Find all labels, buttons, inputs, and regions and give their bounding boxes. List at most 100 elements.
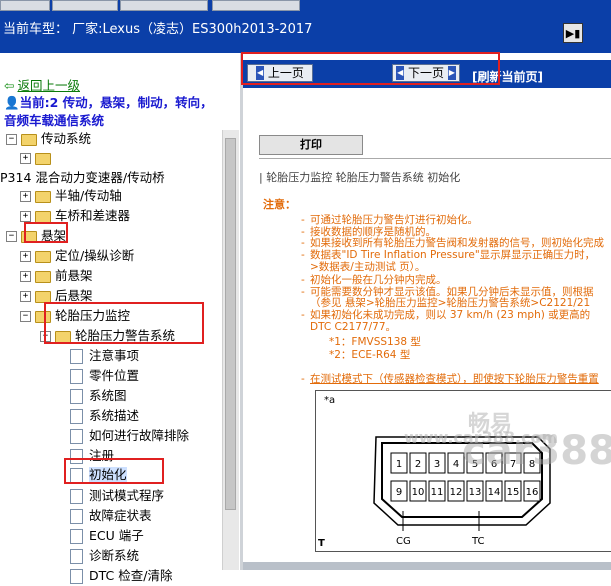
tree-scrollbar[interactable] [222, 130, 239, 570]
print-button[interactable]: 打印 [259, 135, 363, 155]
collapse-icon[interactable]: − [6, 231, 17, 242]
pin-number: 8 [529, 459, 535, 470]
tree-item-label: 注册 [89, 448, 115, 463]
top-tab-3[interactable] [120, 0, 208, 11]
connector-drawing: 12345678 9 10 11 12 13 14 15 16 CG TC [373, 436, 551, 547]
tree-item[interactable]: + 后悬架 [20, 286, 93, 306]
tree-item[interactable]: + 前悬架 [20, 266, 93, 286]
document-icon [70, 569, 83, 584]
tree-item-label: 故障症状表 [89, 508, 152, 523]
folder-icon [35, 210, 51, 223]
expand-icon[interactable]: + [20, 291, 31, 302]
bullet-mark: - [301, 237, 305, 249]
dlc3-connector-figure: *a T 12345678 9 10 11 12 13 14 15 16 CG TC [315, 390, 611, 552]
pin-number: 11 [431, 487, 444, 498]
tree-item[interactable]: + [20, 148, 55, 168]
bullet-mark: - [301, 214, 305, 226]
exit-door-icon[interactable]: ▶▮ [563, 23, 583, 43]
folder-icon [35, 290, 51, 303]
tree-item-label: 初始化 [89, 467, 127, 482]
note-title: 注意： [263, 198, 296, 211]
bullet-mark: - [301, 274, 305, 286]
tree-item-label: 悬架 [41, 228, 67, 243]
expand-icon[interactable]: + [20, 191, 31, 202]
tree-item[interactable]: 注册 [70, 446, 114, 466]
prev-page-button[interactable]: ◀ 上一页 [247, 64, 313, 82]
tree-item[interactable]: 注意事项 [70, 346, 139, 366]
pin-number: 1 [396, 459, 402, 470]
back-link[interactable]: ⇦ 返回上一级 [4, 75, 80, 94]
tree-item[interactable]: + 半轴/传动轴 [20, 186, 122, 206]
expand-icon[interactable]: + [20, 271, 31, 282]
tree-item-label: ECU 端子 [89, 528, 144, 543]
tree-item[interactable]: P314 混合动力变速器/传动桥 [0, 168, 165, 188]
scrollbar-thumb[interactable] [225, 138, 236, 510]
document-icon [70, 369, 83, 384]
tree-item[interactable]: 诊断系统 [70, 546, 139, 566]
document-icon [70, 549, 83, 564]
pin-row-top: 1 2 3 4 5 6 7 8 [390, 452, 541, 474]
bullet-mark: - [301, 286, 305, 298]
tree-item[interactable]: − 轮胎压力警告系统 [40, 326, 175, 346]
next-page-button[interactable]: ◀ 下一页 ▶ [392, 64, 460, 82]
collapse-icon[interactable]: − [6, 134, 17, 145]
tree-item-label: 传动系统 [41, 131, 92, 146]
tree-item[interactable]: 系统描述 [70, 406, 139, 426]
document-icon [70, 349, 83, 364]
tree-item[interactable]: + 定位/操纵诊断 [20, 246, 134, 266]
tree-item[interactable]: 零件位置 [70, 366, 139, 386]
pin-number: 6 [491, 459, 497, 470]
top-tab-4[interactable] [212, 0, 300, 11]
expand-icon[interactable]: + [20, 211, 31, 222]
pin-number: 12 [450, 487, 463, 498]
tree-item-label: 测试模式程序 [89, 488, 165, 503]
tree-item-label: 后悬架 [55, 288, 93, 303]
pin-number: 3 [434, 459, 440, 470]
tree-item[interactable]: DTC 检查/清除 [70, 566, 172, 586]
arrow-left-icon-2: ◀ [396, 66, 405, 80]
note-line: 数据表"ID Tire Inflation Pressure"显示屏显示正确压力… [310, 249, 596, 261]
top-tab-1[interactable] [0, 0, 50, 11]
tree-item[interactable]: − 轮胎压力监控 [20, 306, 130, 326]
tree-item-label: 系统图 [89, 388, 127, 403]
pin-number: 4 [453, 459, 459, 470]
app-header: 当前车型： 厂家:Lexus（凌志）ES300h2013-2017 ▶▮ [0, 0, 611, 53]
divider [259, 158, 611, 159]
top-tab-2[interactable] [52, 0, 118, 11]
tree-item[interactable]: − 传动系统 [6, 129, 91, 149]
folder-icon [21, 230, 37, 243]
tree-item[interactable]: 故障症状表 [70, 506, 152, 526]
tree-item[interactable]: − 悬架 [6, 226, 66, 246]
pin-number: 16 [526, 487, 539, 498]
note-line: 如果初始化未成功完成，则以 37 km/h (23 mph) 或更高的 [310, 309, 591, 321]
bottom-scrollbar[interactable] [243, 562, 611, 570]
footnote-1: *1：FMVSS138 型 [329, 336, 421, 348]
tree-item[interactable]: 初始化 [70, 465, 127, 485]
document-icon [70, 389, 83, 404]
current-section: 👤当前:2 传动，悬架，制动，转向，音频车载通信系统 [4, 95, 213, 128]
collapse-icon[interactable]: − [40, 331, 51, 342]
document-icon [70, 509, 83, 524]
refresh-page-link[interactable]: [刷新当前页] [472, 68, 543, 85]
expand-icon[interactable]: + [20, 251, 31, 262]
folder-icon [21, 133, 37, 146]
tree-item-label: 轮胎压力监控 [55, 308, 131, 323]
tree-item[interactable]: ECU 端子 [70, 526, 144, 546]
tree-item-label: 半轴/传动轴 [55, 188, 122, 203]
expand-icon[interactable]: + [20, 153, 31, 164]
tree-item[interactable]: 系统图 [70, 386, 127, 406]
tree-item-label: 系统描述 [89, 408, 140, 423]
tree-item-label: P314 混合动力变速器/传动桥 [0, 170, 165, 185]
pin-number: 2 [415, 459, 421, 470]
tree-item[interactable]: 测试模式程序 [70, 486, 164, 506]
tree-item[interactable]: + 车桥和差速器 [20, 206, 130, 226]
page-nav-bar: ◀ 上一页 ◀ 下一页 ▶ [刷新当前页] [243, 60, 611, 88]
back-arrow-icon: ⇦ [4, 78, 15, 93]
label-tc: TC [471, 536, 485, 547]
tree-item-label: 零件位置 [89, 368, 140, 383]
tree-item[interactable]: 如何进行故障排除 [70, 426, 189, 446]
document-icon [70, 449, 83, 464]
note-line: 如果接收到所有轮胎压力警告阀和发射器的信号，则初始化完成 [310, 237, 604, 249]
collapse-icon[interactable]: − [20, 311, 31, 322]
car-model-label: 当前车型： 厂家:Lexus（凌志）ES300h2013-2017 [3, 22, 313, 37]
